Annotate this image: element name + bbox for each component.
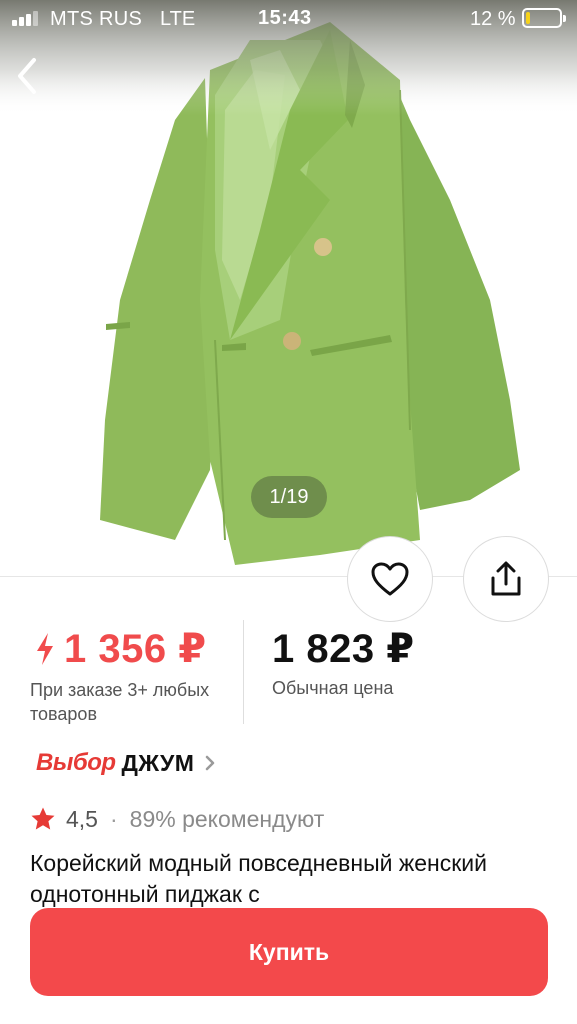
rating-row[interactable]: 4,5 · 89% рекомендуют [30,801,324,837]
chevron-right-icon [206,755,215,771]
brand-name: ДЖУМ [121,749,195,776]
brand-link[interactable]: Выбор ДЖУМ [36,745,216,781]
network-type: LTE [160,8,196,30]
rating-value: 4,5 [66,805,98,832]
promo-condition: При заказе 3+ любых товаров [30,680,210,724]
image-counter: 1/19 [251,476,327,518]
battery-percent: 12 % [470,8,516,30]
share-icon [491,561,521,596]
price-block: 1 356 ₽ При заказе 3+ любых товаров 1 82… [0,620,577,730]
clock: 15:43 [258,7,312,29]
recommend-rate: 89% рекомендуют [129,805,325,832]
product-title: Корейский модный повседневный женский од… [30,850,487,907]
regular-price: 1 823 ₽ [272,627,415,671]
rating-separator: · [109,805,118,832]
battery-icon [522,8,566,28]
status-bar: MTS RUS LTE 15:43 12 % [0,0,577,40]
chevron-left-icon [18,58,36,94]
back-button[interactable] [12,56,46,96]
share-button[interactable] [463,536,549,622]
choice-badge: Выбор [36,749,116,776]
promo-price: 1 356 ₽ [34,626,207,672]
carrier-name: MTS RUS [50,8,143,30]
star-icon [31,807,55,830]
regular-price-label: Обычная цена [272,678,394,698]
lightning-icon [37,633,53,665]
signal-icon [12,10,40,26]
buy-button[interactable]: Купить [30,908,548,996]
promo-price-value: 1 356 ₽ [64,627,207,671]
battery-fill [526,12,530,24]
favorite-button[interactable] [347,536,433,622]
heart-icon [371,562,409,596]
price-separator [243,620,244,724]
